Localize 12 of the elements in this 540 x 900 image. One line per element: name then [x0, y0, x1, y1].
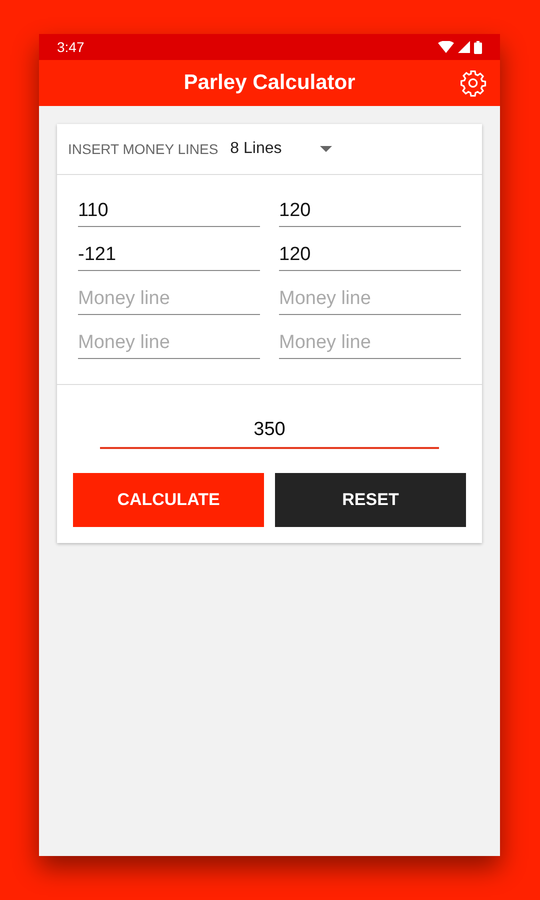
money-lines-label: INSERT MONEY LINES — [68, 141, 218, 157]
app-title: Parley Calculator — [184, 71, 356, 95]
status-time: 3:47 — [57, 39, 84, 55]
signal-icon — [458, 41, 470, 53]
battery-icon — [474, 40, 482, 54]
settings-icon — [459, 69, 487, 97]
settings-button[interactable] — [459, 69, 487, 97]
reset-button[interactable]: RESET — [275, 473, 466, 527]
caret-icon — [320, 146, 332, 152]
calculate-button[interactable]: CALCULATE — [73, 473, 264, 527]
lines-dropdown[interactable]: 8 Lines — [226, 140, 336, 158]
wifi-icon — [438, 41, 454, 53]
